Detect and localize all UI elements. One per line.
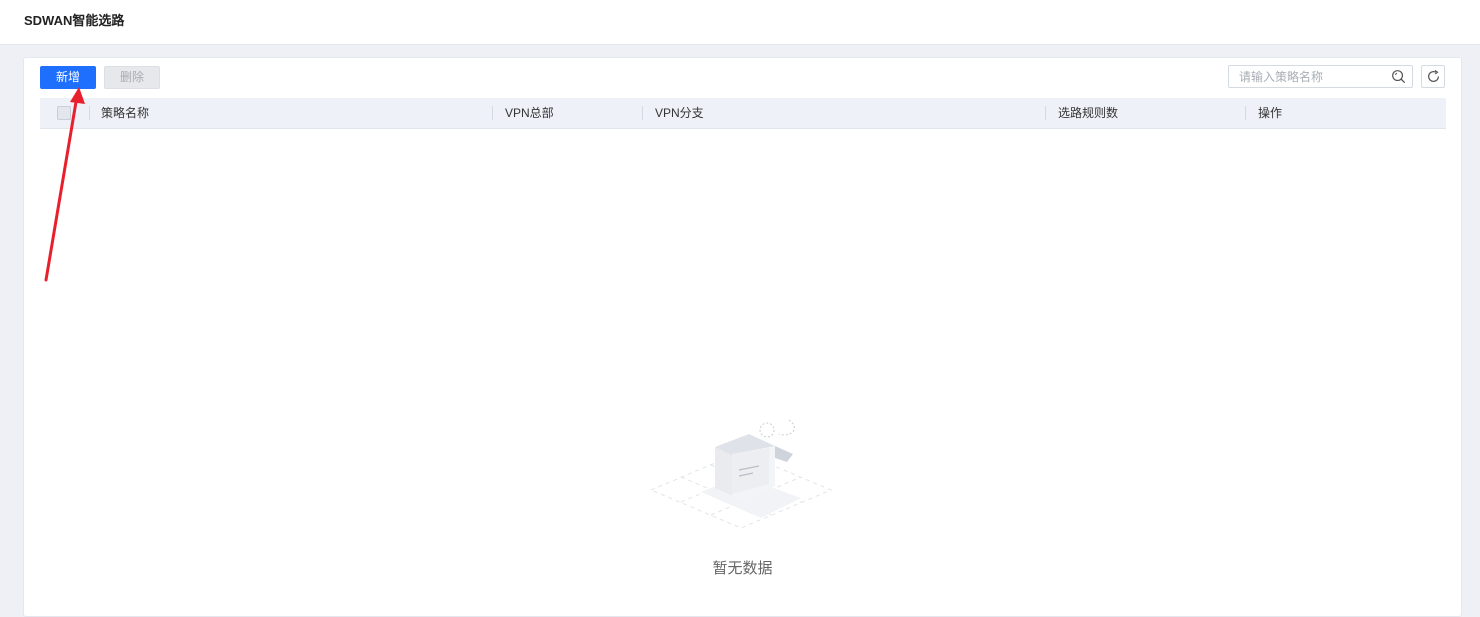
empty-box-icon: [649, 419, 833, 529]
page-title: SDWAN智能选路: [24, 13, 125, 28]
delete-button[interactable]: 删除: [104, 66, 160, 89]
empty-state-text: 暂无数据: [712, 560, 773, 577]
refresh-button[interactable]: [1421, 65, 1445, 88]
refresh-icon: [1428, 70, 1439, 82]
content-card: 新增 删除 策略名称 VPN总部 VPN分支 选路规则数 操作: [23, 57, 1462, 617]
add-button[interactable]: 新增: [40, 66, 96, 89]
column-header-vpn-branch: VPN分支: [655, 106, 704, 120]
column-divider: [642, 106, 643, 120]
column-divider: [1045, 106, 1046, 120]
column-divider: [492, 106, 493, 120]
column-header-rule-count: 选路规则数: [1058, 106, 1119, 120]
column-header-actions: 操作: [1258, 106, 1283, 120]
column-header-vpn-hq: VPN总部: [505, 106, 554, 120]
column-header-policy-name: 策略名称: [101, 106, 150, 120]
search-input[interactable]: [1229, 66, 1389, 87]
column-divider: [89, 106, 90, 120]
table-header: 策略名称 VPN总部 VPN分支 选路规则数 操作: [40, 98, 1446, 129]
search-icon[interactable]: [1391, 69, 1406, 84]
select-all-checkbox[interactable]: [57, 106, 71, 120]
column-divider: [1245, 106, 1246, 120]
page-header: SDWAN智能选路: [0, 0, 1480, 45]
search-box: [1228, 65, 1413, 88]
